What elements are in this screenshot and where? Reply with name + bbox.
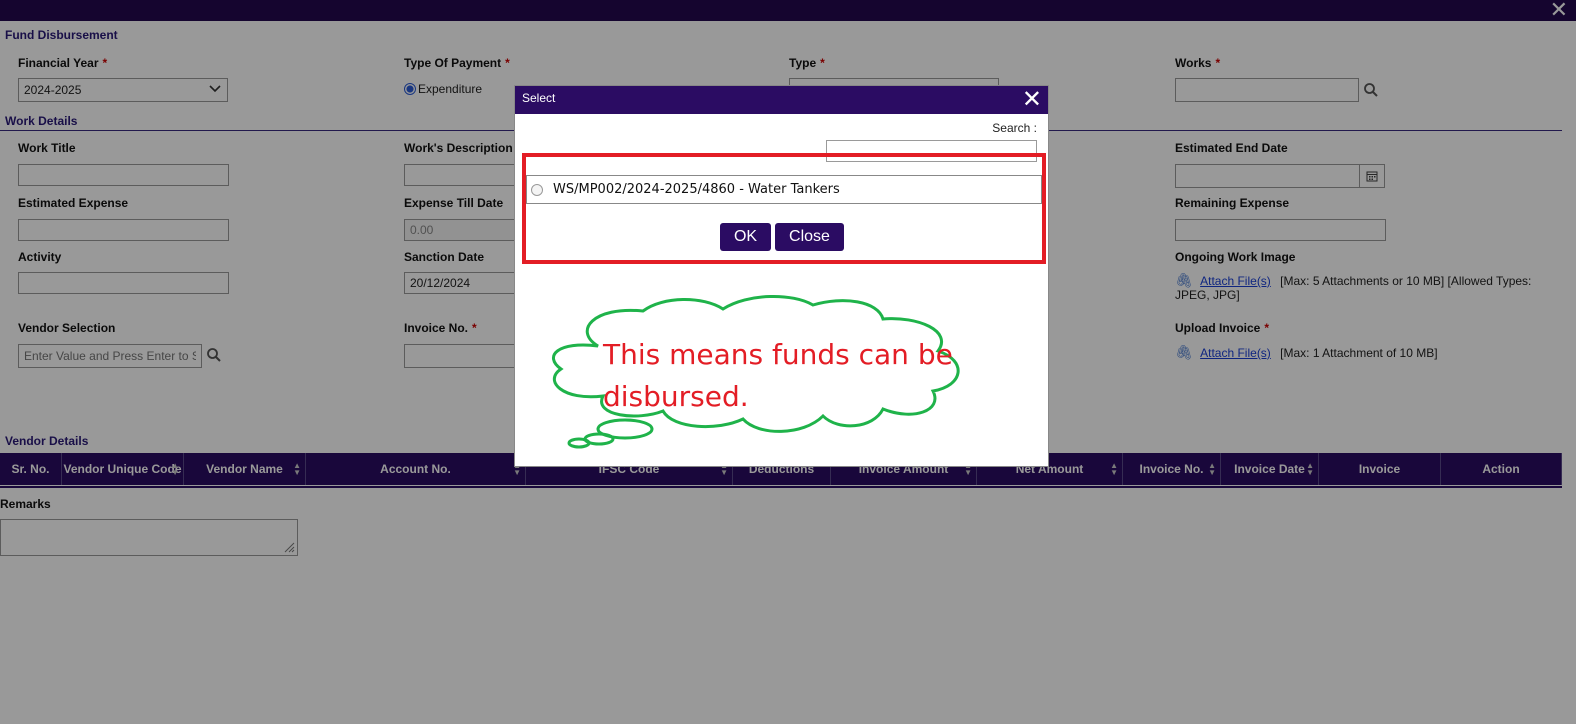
list-item-label: WS/MP002/2024-2025/4860 - Water Tankers (553, 182, 840, 197)
select-modal: Select ✕ Search : WS/MP002/2024-2025/486… (514, 85, 1049, 467)
annotation-callout-text: This means funds can be disbursed. (603, 338, 953, 413)
close-button[interactable]: Close (775, 223, 844, 251)
list-item[interactable]: WS/MP002/2024-2025/4860 - Water Tankers (526, 175, 1042, 204)
modal-search-label: Search : (992, 121, 1037, 135)
modal-header: Select ✕ (515, 86, 1048, 114)
modal-title: Select (522, 91, 556, 105)
radio-unselected-icon[interactable] (531, 183, 543, 196)
modal-backdrop-top (0, 0, 1576, 21)
modal-close-icon[interactable]: ✕ (1022, 86, 1042, 114)
ok-button[interactable]: OK (720, 223, 771, 251)
